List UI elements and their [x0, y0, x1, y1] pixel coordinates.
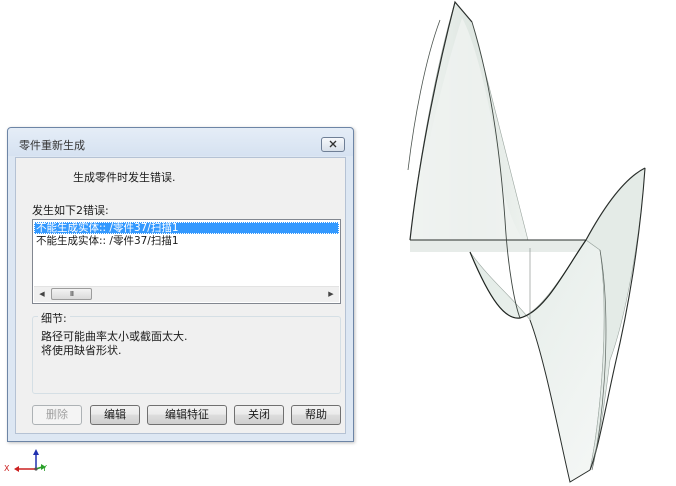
help-button[interactable]: 帮助: [291, 405, 341, 425]
regeneration-error-dialog: 零件重新生成 生成零件时发生错误. 发生如下2错误: 不能生成实体:: /零件3…: [7, 127, 354, 442]
scroll-right-icon[interactable]: ▶: [325, 289, 337, 300]
close-window-button[interactable]: [321, 137, 345, 152]
error-list-item[interactable]: 不能生成实体:: /零件37/扫描1: [34, 235, 339, 247]
scroll-thumb[interactable]: III: [51, 288, 92, 300]
error-listbox[interactable]: 不能生成实体:: /零件37/扫描1 不能生成实体:: /零件37/扫描1 ◀ …: [32, 219, 341, 304]
scroll-left-icon[interactable]: ◀: [36, 289, 48, 300]
delete-button[interactable]: 删除: [32, 405, 82, 425]
edit-feature-button[interactable]: 编辑特征: [147, 405, 227, 425]
detail-line: 将使用缺省形状.: [41, 344, 122, 357]
details-label: 细节:: [38, 310, 70, 326]
edit-button[interactable]: 编辑: [90, 405, 140, 425]
dialog-body: 生成零件时发生错误. 发生如下2错误: 不能生成实体:: /零件37/扫描1 不…: [15, 157, 346, 434]
y-axis-label: Y: [42, 464, 47, 473]
error-list-item[interactable]: 不能生成实体:: /零件37/扫描1: [34, 222, 339, 234]
coordinate-triad: X Y: [4, 448, 54, 480]
dialog-title: 零件重新生成: [19, 139, 85, 152]
dialog-titlebar[interactable]: 零件重新生成: [8, 128, 353, 156]
x-axis-label: X: [4, 464, 10, 473]
error-message: 生成零件时发生错误.: [73, 171, 176, 184]
details-group: 细节: 路径可能曲率太小或截面太大. 将使用缺省形状.: [32, 310, 341, 394]
errors-count-label: 发生如下2错误:: [32, 204, 109, 217]
close-button[interactable]: 关闭: [234, 405, 284, 425]
horizontal-scrollbar[interactable]: ◀ III ▶: [34, 286, 339, 302]
